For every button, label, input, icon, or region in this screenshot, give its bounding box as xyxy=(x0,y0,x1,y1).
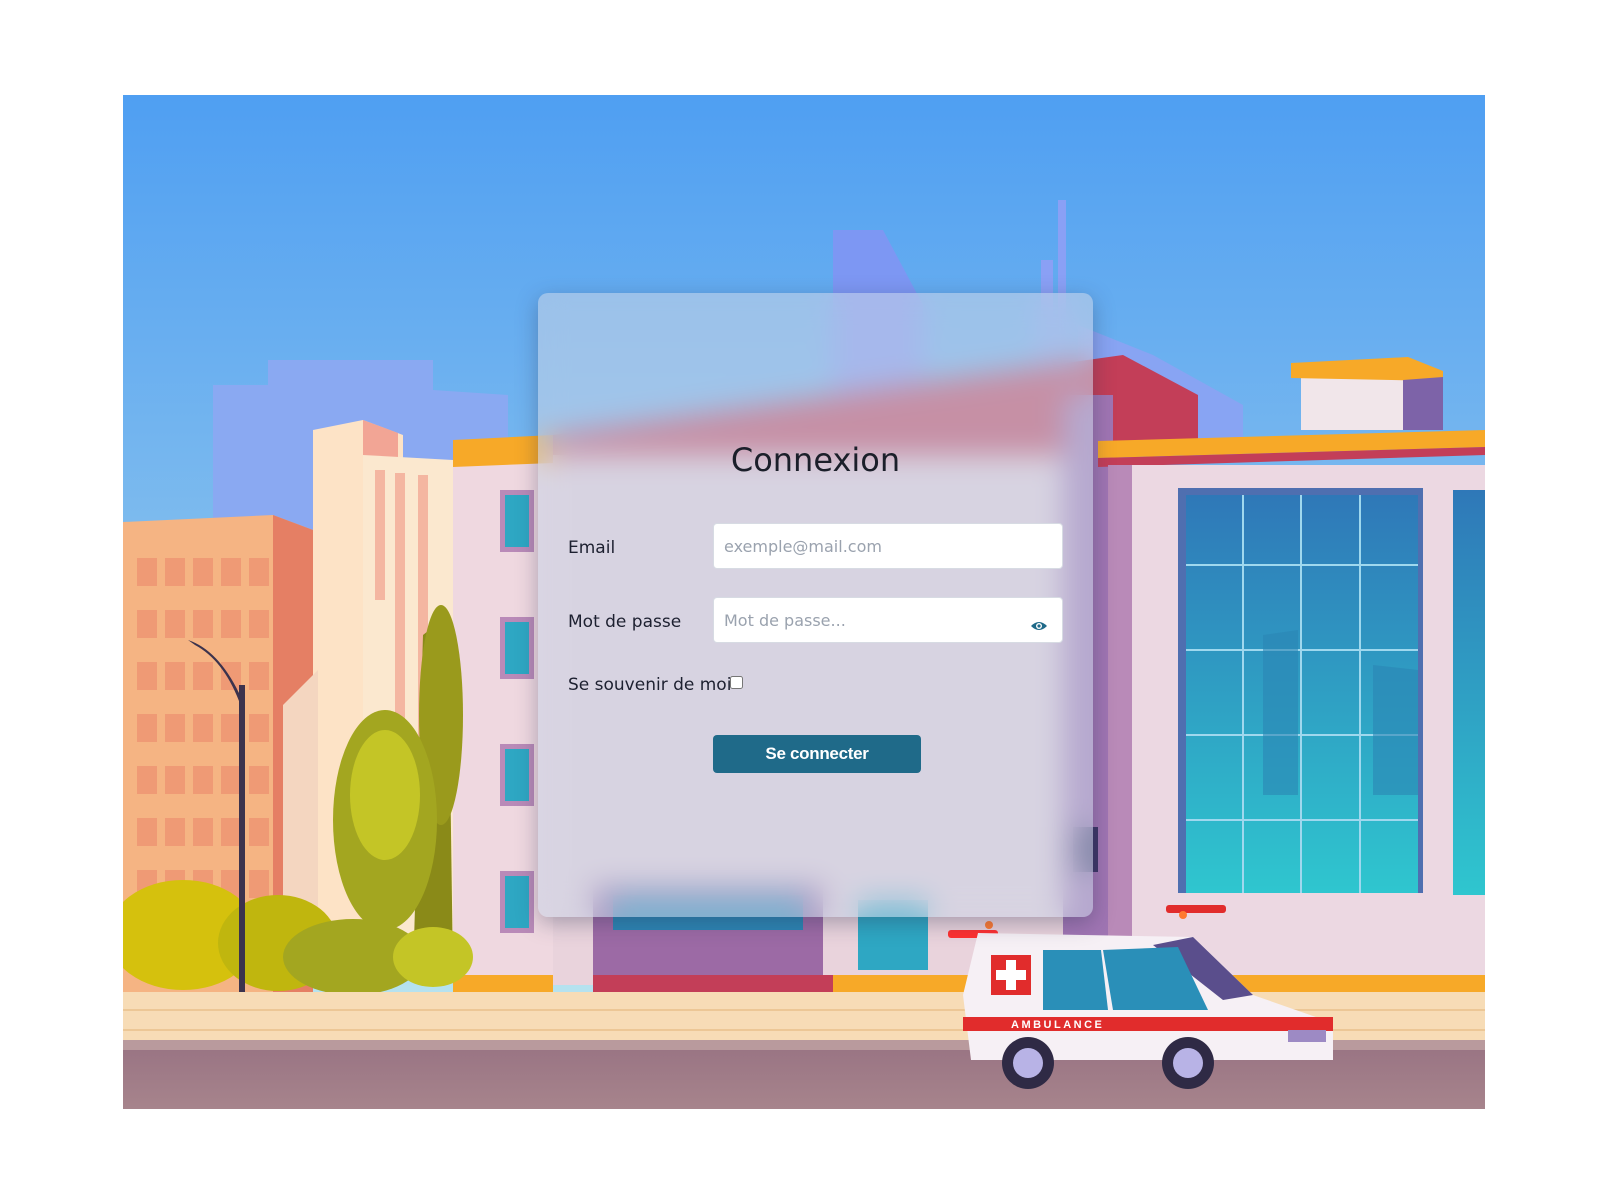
remember-me-label: Se souvenir de moi xyxy=(568,675,732,695)
svg-text:AMBULANCE: AMBULANCE xyxy=(1011,1019,1104,1031)
login-button[interactable]: Se connecter xyxy=(713,735,921,773)
email-label: Email xyxy=(568,538,616,558)
password-label: Mot de passe xyxy=(568,612,682,632)
remember-me-checkbox[interactable] xyxy=(730,676,743,689)
password-field[interactable] xyxy=(713,597,1063,643)
login-title: Connexion xyxy=(730,441,901,479)
eye-icon[interactable] xyxy=(1026,613,1052,639)
login-card: Connexion Email Mot de passe Se souvenir… xyxy=(538,293,1093,917)
email-field[interactable] xyxy=(713,523,1063,569)
